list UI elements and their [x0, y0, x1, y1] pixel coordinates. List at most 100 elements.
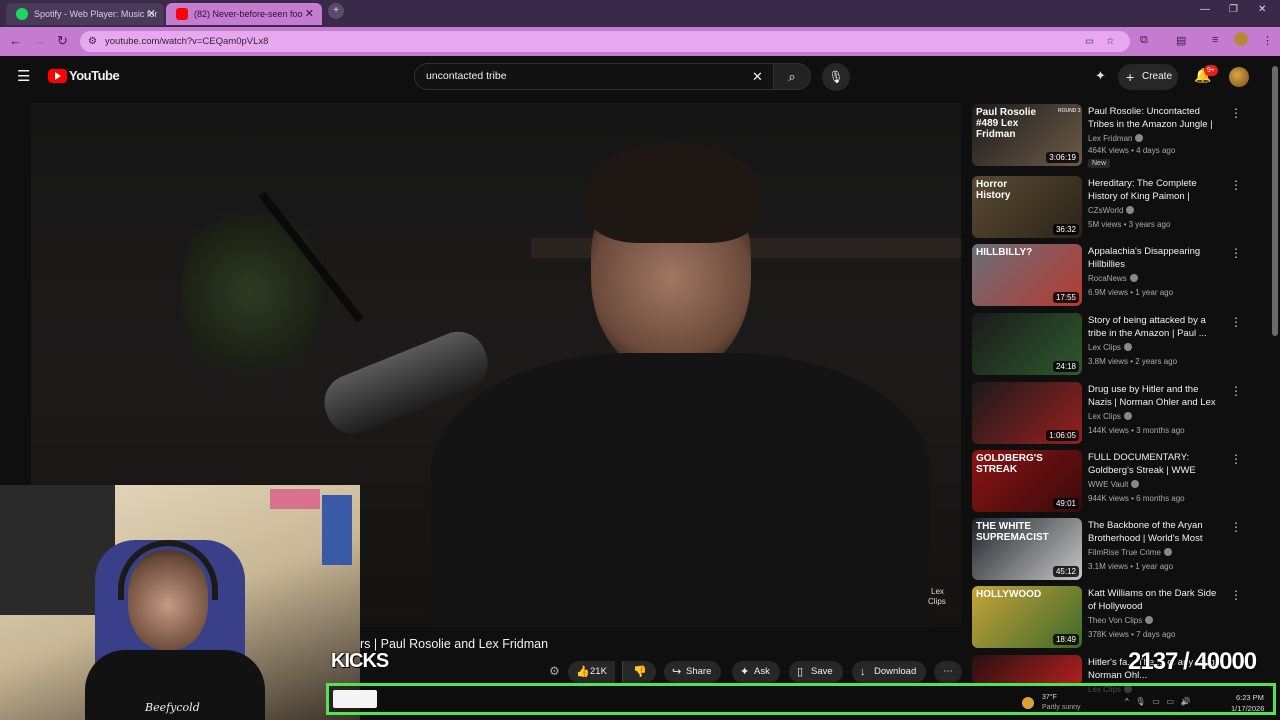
verified-icon — [1145, 616, 1154, 624]
scrollbar-thumb[interactable] — [1272, 66, 1278, 336]
recommendation-item[interactable]: Paul Rosolie #489 Lex Fridman ROUND 3 3:06… — [972, 104, 1267, 168]
new-badge: New — [1088, 159, 1111, 168]
more-options-icon[interactable]: ⋮ — [1230, 520, 1242, 534]
recommendation-item[interactable]: HILLBILLY? 17:55 Appalachia's Disappearing… — [972, 244, 1267, 307]
video-thumbnail[interactable]: Paul Rosolie #489 Lex Fridman ROUND 3 3:06… — [972, 104, 1082, 166]
video-thumbnail[interactable]: Horror History 36:32 — [972, 176, 1082, 238]
thumbs-up-icon: 👍 — [576, 666, 590, 678]
recommendation-title[interactable]: Story of being attacked by a tribe in th… — [1088, 314, 1223, 340]
tab-spotify[interactable]: Spotify - Web Player: Music for ✕ — [6, 3, 164, 25]
channel-name[interactable]: Theo Von Clips — [1088, 616, 1154, 625]
channel-name[interactable]: RocaNews — [1088, 274, 1138, 283]
recommendation-item[interactable]: GOLDBERG'S STREAK 49:01 FULL DOCUMENTARY: … — [972, 450, 1267, 513]
verified-icon — [1123, 412, 1132, 420]
more-options-icon[interactable]: ⋮ — [1230, 246, 1242, 260]
recommendation-title[interactable]: Paul Rosolie: Uncontacted Tribes in the … — [1088, 105, 1223, 131]
recommendation-item[interactable]: 1:06:05 Drug use by Hitler and the Nazis … — [972, 382, 1267, 445]
video-thumbnail[interactable]: THE WHITE SUPREMACIST 45:12 — [972, 518, 1082, 580]
site-info-icon[interactable]: ⚙ — [88, 31, 97, 52]
guest-hair — [586, 143, 761, 243]
more-options-icon[interactable]: ⋮ — [1230, 315, 1242, 329]
recommendation-title[interactable]: Appalachia's Disappearing Hillbillies — [1088, 245, 1223, 271]
video-thumbnail[interactable]: 1:06:05 — [972, 382, 1082, 444]
duration-badge: 49:01 — [1052, 498, 1079, 509]
channel-name[interactable]: Lex Clips — [1088, 412, 1132, 421]
create-button[interactable]: + Create — [1118, 64, 1178, 90]
close-tab-icon[interactable]: ✕ — [305, 3, 314, 25]
bookmark-star-icon[interactable]: ☆ — [1106, 31, 1115, 52]
thumbnail-text: Paul Rosolie #489 Lex Fridman — [976, 107, 1037, 140]
minimize-icon[interactable]: — — [1200, 4, 1210, 15]
voice-search-button[interactable]: 🎙 — [822, 63, 850, 91]
download-icon: ↓ — [860, 666, 866, 678]
settings-icon[interactable]: ⚙ — [549, 664, 560, 678]
account-avatar[interactable] — [1229, 67, 1249, 87]
verified-icon — [1135, 134, 1144, 142]
more-actions-button[interactable]: ⋯ — [934, 661, 962, 683]
like-button[interactable]: 👍 21K — [568, 661, 615, 683]
channel-name[interactable]: CZsWorld — [1088, 206, 1135, 215]
more-options-icon[interactable]: ⋮ — [1230, 178, 1242, 192]
weather-desc: Partly sunny — [1042, 704, 1081, 711]
video-meta: 144K views • 3 months ago — [1088, 426, 1185, 435]
recommendation-title[interactable]: Hereditary: The Complete History of King… — [1088, 177, 1223, 203]
recommendation-item[interactable]: 24:18 Story of being attacked by a tribe … — [972, 313, 1267, 376]
video-thumbnail[interactable]: GOLDBERG'S STREAK 49:01 — [972, 450, 1082, 512]
back-icon[interactable]: ← — [9, 33, 22, 48]
recommendation-title[interactable]: The Backbone of the Aryan Brotherhood | … — [1088, 519, 1223, 545]
install-icon[interactable]: ▭ — [1085, 31, 1094, 52]
verified-icon — [1163, 548, 1172, 556]
more-options-icon[interactable]: ⋮ — [1230, 106, 1242, 120]
thumbnail-text: HILLBILLY? — [976, 247, 1033, 258]
search-input[interactable]: uncontacted tribe ✕ — [414, 63, 774, 90]
dislike-button[interactable]: 👎 — [622, 661, 656, 683]
premium-icon[interactable]: ✦ — [1095, 68, 1106, 84]
channel-name[interactable]: WWE Vault — [1088, 480, 1140, 489]
recommendation-item[interactable]: HOLLYWOOD 18:49 Katt Williams on the Dark … — [972, 586, 1267, 649]
more-options-icon[interactable]: ⋮ — [1230, 588, 1242, 602]
tab-label: Spotify - Web Player: Music for — [34, 9, 158, 19]
ask-button[interactable]: ✦ Ask — [732, 661, 780, 683]
recommendation-title[interactable]: Katt Williams on the Dark Side of Hollyw… — [1088, 587, 1223, 613]
video-meta: 3.1M views • 1 year ago — [1088, 562, 1174, 571]
download-button[interactable]: ↓ Download — [852, 661, 927, 683]
close-window-icon[interactable]: ✕ — [1258, 4, 1266, 15]
youtube-header: ☰ YouTube uncontacted tribe ✕ ⌕ 🎙 ✦ + Cr… — [0, 56, 1270, 98]
tab-youtube[interactable]: (82) Never-before-seen foo ✕ — [166, 3, 322, 25]
recommendation-title[interactable]: FULL DOCUMENTARY: Goldberg's Streak | WW… — [1088, 451, 1223, 477]
reload-icon[interactable]: ↻ — [57, 33, 68, 49]
more-options-icon[interactable]: ⋮ — [1230, 452, 1242, 466]
save-button[interactable]: ▯ Save — [789, 661, 843, 683]
progress-fill — [333, 690, 377, 708]
clear-search-icon[interactable]: ✕ — [752, 64, 763, 89]
video-thumbnail[interactable]: HILLBILLY? 17:55 — [972, 244, 1082, 306]
channel-name[interactable]: Lex Clips — [1088, 343, 1132, 352]
browser-menu-icon[interactable]: ⋮ — [1262, 34, 1273, 47]
maximize-icon[interactable]: ❐ — [1229, 4, 1238, 15]
profile-avatar[interactable] — [1234, 32, 1248, 46]
share-button[interactable]: ↪ Share — [664, 661, 722, 683]
video-thumbnail[interactable] — [972, 655, 1082, 685]
hamburger-menu-icon[interactable]: ☰ — [17, 67, 30, 85]
system-tray-icons[interactable]: ^ 🎙 ▭ ▭ 🔊 — [1125, 697, 1191, 706]
recommendation-item[interactable]: THE WHITE SUPREMACIST 45:12 The Backbone o… — [972, 518, 1267, 581]
url-field[interactable]: ⚙ youtube.com/watch?v=CEQam0pVLx8 ▭ ☆ — [80, 31, 1130, 52]
reading-list-icon[interactable]: ≡ — [1212, 34, 1218, 46]
extensions-icon[interactable]: ⧉ — [1140, 34, 1148, 47]
recommendation-title[interactable]: Drug use by Hitler and the Nazis | Norma… — [1088, 383, 1223, 409]
forward-icon[interactable]: → — [33, 33, 46, 48]
weather-icon[interactable] — [1022, 697, 1034, 709]
channel-name[interactable]: Lex Fridman — [1088, 134, 1144, 143]
channel-name[interactable]: FilmRise True Crime — [1088, 548, 1172, 557]
more-options-icon[interactable]: ⋮ — [1230, 384, 1242, 398]
sidebar-icon[interactable]: ▤ — [1176, 34, 1186, 47]
close-tab-icon[interactable]: ✕ — [147, 3, 156, 25]
like-count: 21K — [590, 666, 607, 677]
video-thumbnail[interactable]: 24:18 — [972, 313, 1082, 375]
new-tab-button[interactable]: + — [328, 3, 344, 19]
recommendation-item[interactable]: Horror History 36:32 Hereditary: The Compl… — [972, 176, 1267, 239]
page-scrollbar[interactable] — [1270, 56, 1280, 683]
search-button[interactable]: ⌕ — [773, 63, 811, 90]
video-thumbnail[interactable]: HOLLYWOOD 18:49 — [972, 586, 1082, 648]
video-title: rs | Paul Rosolie and Lex Fridman — [360, 637, 549, 651]
